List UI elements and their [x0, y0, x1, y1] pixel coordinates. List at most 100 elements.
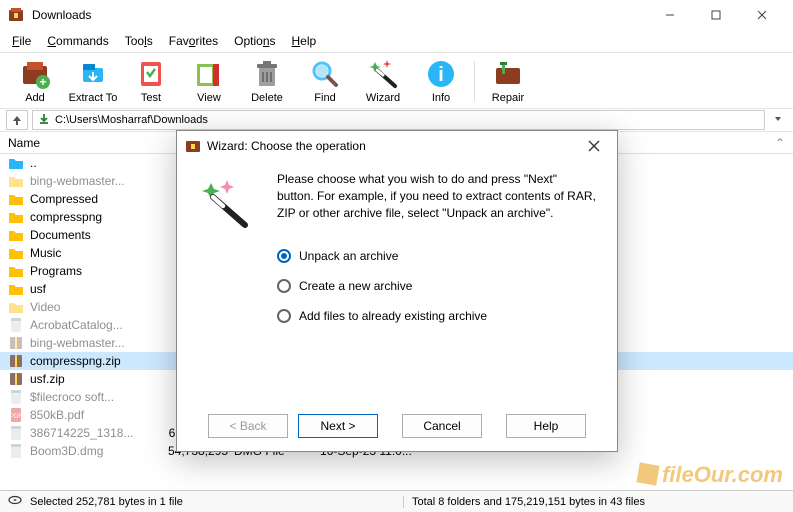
- dialog-body: Please choose what you wish to do and pr…: [177, 161, 617, 405]
- find-icon: [309, 58, 341, 90]
- path-field[interactable]: C:\Users\Mosharraf\Downloads: [32, 110, 765, 130]
- status-total: Total 8 folders and 175,219,151 bytes in…: [403, 496, 785, 508]
- status-selected: Selected 252,781 bytes in 1 file: [30, 496, 403, 508]
- file-name: 386714225_1318...: [30, 426, 162, 440]
- radio-option[interactable]: Create a new archive: [277, 279, 597, 293]
- back-button[interactable]: < Back: [208, 414, 288, 438]
- toolbar-test[interactable]: Test: [122, 55, 180, 107]
- radio-group: Unpack an archive Create a new archive Add…: [277, 249, 597, 323]
- cancel-button[interactable]: Cancel: [402, 414, 482, 438]
- svg-text:+: +: [39, 75, 46, 89]
- toolbar-label: Info: [432, 92, 450, 104]
- toolbar-label: Delete: [251, 92, 283, 104]
- toolbar-delete[interactable]: Delete: [238, 55, 296, 107]
- file-icon: [8, 245, 24, 261]
- menu-help[interactable]: Help: [284, 32, 325, 50]
- window-title: Downloads: [32, 8, 647, 22]
- close-button[interactable]: [739, 0, 785, 30]
- radio-icon: [277, 279, 291, 293]
- test-icon: [135, 58, 167, 90]
- wizard-icon: [367, 58, 399, 90]
- toolbar: + Add Extract To Test View Delete Find W…: [0, 52, 793, 108]
- file-name: AcrobatCatalog...: [30, 318, 162, 332]
- up-button[interactable]: [6, 110, 28, 130]
- radio-label: Add files to already existing archive: [299, 309, 487, 323]
- disk-icon: [8, 495, 24, 508]
- svg-text:i: i: [438, 64, 444, 86]
- file-name: ..: [30, 156, 162, 170]
- menu-favorites[interactable]: Favorites: [161, 32, 226, 50]
- app-icon: [8, 7, 24, 23]
- file-name: $filecroco soft...: [30, 390, 162, 404]
- file-icon: [8, 335, 24, 351]
- toolbar-wizard[interactable]: Wizard: [354, 55, 412, 107]
- toolbar-info[interactable]: i Info: [412, 55, 470, 107]
- file-name: 850kB.pdf: [30, 408, 162, 422]
- file-name: compresspng.zip: [30, 354, 162, 368]
- svg-text:PDF: PDF: [10, 414, 22, 420]
- file-name: compresspng: [30, 210, 162, 224]
- header-chevron-icon: ⌃: [775, 136, 785, 150]
- file-icon: [8, 299, 24, 315]
- toolbar-extract[interactable]: Extract To: [64, 55, 122, 107]
- info-icon: i: [425, 58, 457, 90]
- radio-icon: [277, 249, 291, 263]
- menu-tools[interactable]: Tools: [117, 32, 161, 50]
- file-name: bing-webmaster...: [30, 336, 162, 350]
- add-icon: +: [19, 58, 51, 90]
- file-icon: [8, 281, 24, 297]
- file-icon: [8, 353, 24, 369]
- dialog-buttons: < Back Next > Cancel Help: [177, 405, 617, 451]
- file-icon: [8, 443, 24, 459]
- menu-commands[interactable]: Commands: [39, 32, 116, 50]
- dialog-title: Wizard: Choose the operation: [207, 139, 573, 153]
- path-text: C:\Users\Mosharraf\Downloads: [55, 114, 208, 126]
- toolbar-label: Test: [141, 92, 161, 104]
- file-name: Boom3D.dmg: [30, 444, 162, 458]
- dialog-app-icon: [185, 138, 201, 154]
- file-name: Documents: [30, 228, 162, 242]
- file-name: Music: [30, 246, 162, 260]
- toolbar-label: Wizard: [366, 92, 400, 104]
- wizard-dialog: Wizard: Choose the operation Please choo…: [176, 130, 618, 452]
- file-name: Compressed: [30, 192, 162, 206]
- file-icon: [8, 227, 24, 243]
- file-icon: [8, 371, 24, 387]
- toolbar-repair[interactable]: Repair: [479, 55, 537, 107]
- dialog-close-button[interactable]: [579, 132, 609, 160]
- radio-option[interactable]: Add files to already existing archive: [277, 309, 597, 323]
- minimize-button[interactable]: [647, 0, 693, 30]
- dialog-titlebar: Wizard: Choose the operation: [177, 131, 617, 161]
- path-dropdown[interactable]: [769, 113, 787, 127]
- radio-option[interactable]: Unpack an archive: [277, 249, 597, 263]
- file-icon: [8, 263, 24, 279]
- maximize-button[interactable]: [693, 0, 739, 30]
- file-icon: [8, 209, 24, 225]
- file-name: usf: [30, 282, 162, 296]
- toolbar-separator: [474, 61, 475, 101]
- toolbar-label: Extract To: [69, 92, 118, 104]
- menu-options[interactable]: Options: [226, 32, 283, 50]
- file-icon: [8, 425, 24, 441]
- statusbar: Selected 252,781 bytes in 1 file Total 8…: [0, 490, 793, 512]
- menubar: File Commands Tools Favorites Options He…: [0, 30, 793, 52]
- menu-file[interactable]: File: [4, 32, 39, 50]
- download-icon: [37, 112, 51, 129]
- help-button[interactable]: Help: [506, 414, 586, 438]
- file-name: bing-webmaster...: [30, 174, 162, 188]
- file-name: Programs: [30, 264, 162, 278]
- toolbar-label: Find: [314, 92, 335, 104]
- toolbar-label: Repair: [492, 92, 524, 104]
- file-name: Video: [30, 300, 162, 314]
- dialog-intro-text: Please choose what you wish to do and pr…: [277, 171, 597, 221]
- toolbar-find[interactable]: Find: [296, 55, 354, 107]
- file-icon: [8, 317, 24, 333]
- file-icon: [8, 389, 24, 405]
- toolbar-label: Add: [25, 92, 45, 104]
- toolbar-view[interactable]: View: [180, 55, 238, 107]
- repair-icon: [492, 58, 524, 90]
- next-button[interactable]: Next >: [298, 414, 378, 438]
- toolbar-add[interactable]: + Add: [6, 55, 64, 107]
- radio-icon: [277, 309, 291, 323]
- file-icon: [8, 173, 24, 189]
